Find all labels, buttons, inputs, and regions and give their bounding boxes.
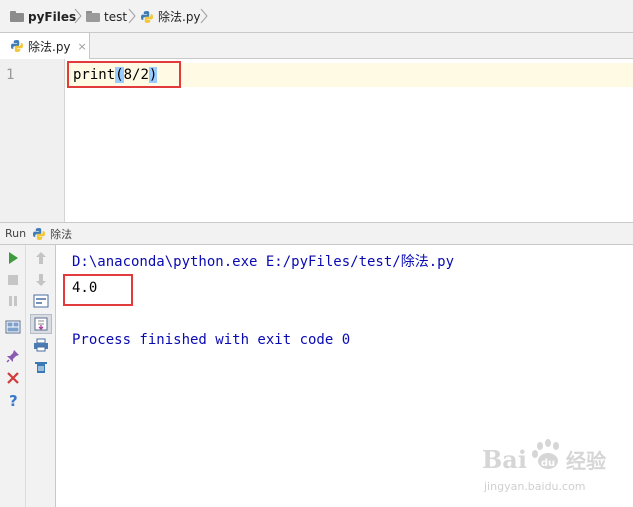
close-tab-icon[interactable]: × bbox=[78, 40, 87, 53]
breadcrumb-project[interactable]: pyFiles bbox=[10, 0, 76, 33]
run-config-name[interactable]: 除法 bbox=[50, 226, 72, 242]
trash-icon[interactable] bbox=[31, 358, 51, 376]
stop-icon[interactable] bbox=[3, 271, 23, 289]
baidu-jingyan-watermark: Bai du 经验 jingyan.baidu.com bbox=[482, 436, 632, 493]
folder-icon bbox=[86, 11, 100, 22]
breadcrumb-folder-label: test bbox=[104, 9, 128, 24]
svg-text:?: ? bbox=[9, 392, 18, 408]
console-command-line: D:\anaconda\python.exe E:/pyFiles/test/除… bbox=[72, 254, 455, 270]
run-panel-title: Run bbox=[5, 227, 27, 240]
editor-tab-label: 除法.py bbox=[28, 39, 71, 54]
run-toolbar-left: ? bbox=[0, 245, 26, 507]
python-file-icon bbox=[33, 227, 46, 240]
console-exit-line: Process finished with exit code 0 bbox=[72, 332, 351, 348]
help-icon[interactable]: ? bbox=[3, 391, 23, 409]
svg-text:经验: 经验 bbox=[566, 449, 606, 473]
line-number: 1 bbox=[6, 67, 15, 83]
pause-icon[interactable] bbox=[3, 292, 23, 310]
up-arrow-icon[interactable] bbox=[31, 249, 51, 267]
editor-tab-bar: 除法.py × bbox=[0, 33, 633, 59]
annotation-box-output bbox=[63, 274, 133, 306]
breadcrumb-file[interactable]: 除法.py bbox=[140, 0, 201, 33]
run-icon[interactable] bbox=[3, 249, 23, 267]
navigation-bar: pyFiles test 除法.py bbox=[0, 0, 633, 33]
run-panel-header: Run 除法 bbox=[0, 223, 633, 245]
editor-tab[interactable]: 除法.py × bbox=[0, 33, 90, 59]
layout-icon[interactable] bbox=[3, 318, 23, 336]
breadcrumb-folder[interactable]: test bbox=[86, 0, 127, 33]
soft-wrap-icon[interactable] bbox=[31, 292, 51, 310]
watermark-url: jingyan.baidu.com bbox=[484, 480, 586, 493]
svg-text:Bai: Bai bbox=[482, 445, 527, 474]
down-arrow-icon[interactable] bbox=[31, 271, 51, 289]
chevron-right-icon bbox=[74, 8, 82, 24]
chevron-right-icon bbox=[128, 8, 136, 24]
line-number-gutter bbox=[0, 59, 65, 222]
baidu-logo: Bai du 经验 bbox=[482, 439, 606, 474]
print-icon[interactable] bbox=[31, 336, 51, 354]
folder-icon bbox=[10, 11, 24, 22]
run-toolbar-right bbox=[26, 245, 56, 507]
annotation-box-code bbox=[67, 61, 181, 88]
chevron-right-icon bbox=[200, 8, 208, 24]
close-icon[interactable] bbox=[3, 369, 23, 387]
svg-text:du: du bbox=[541, 458, 555, 469]
breadcrumb-file-label: 除法.py bbox=[158, 10, 201, 24]
python-file-icon bbox=[141, 10, 153, 23]
scroll-to-end-icon[interactable] bbox=[30, 314, 52, 334]
python-file-icon bbox=[11, 40, 23, 52]
breadcrumb-project-label: pyFiles bbox=[28, 9, 77, 24]
pin-icon[interactable] bbox=[3, 347, 23, 365]
